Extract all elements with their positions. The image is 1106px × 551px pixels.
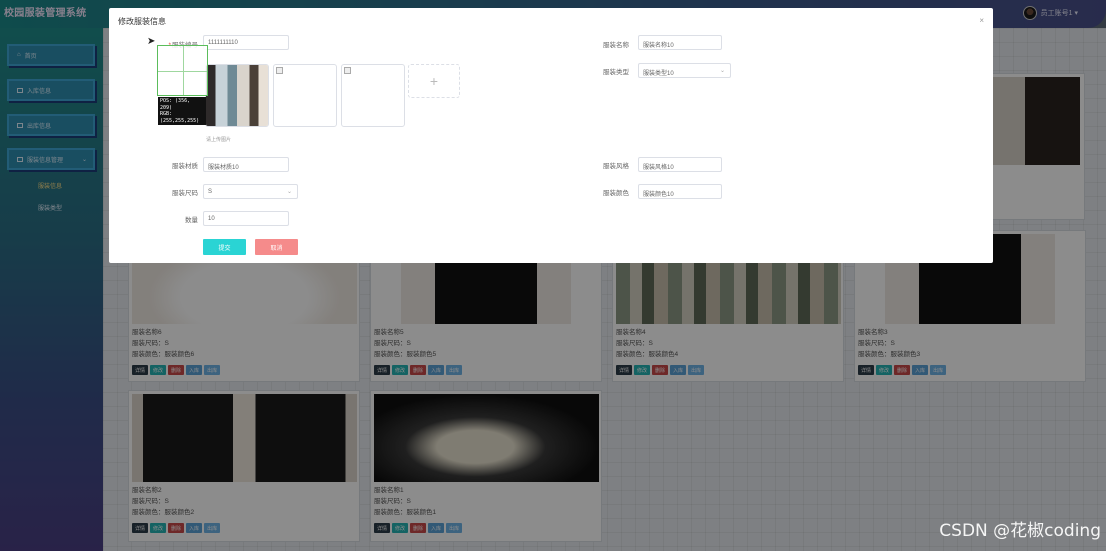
size-select[interactable]: S ⌄: [203, 184, 298, 199]
type-select[interactable]: 服装类型10 ⌄: [638, 63, 731, 78]
upload-button[interactable]: +: [408, 64, 460, 98]
color-field[interactable]: 服装颜色10: [638, 184, 722, 199]
magnifier-loupe: [157, 45, 208, 96]
upload-hint: 请上传图片: [206, 137, 232, 143]
chevron-down-icon: ⌄: [719, 68, 725, 74]
type-select-value: 服装类型10: [643, 71, 674, 77]
broken-image-icon: [276, 67, 283, 74]
submit-button[interactable]: 提交: [203, 239, 246, 255]
magnifier-rgb: RGB: (255,255,255): [160, 111, 200, 124]
name-field[interactable]: 服装名称10: [638, 35, 722, 50]
plus-icon: +: [429, 73, 439, 89]
code-field[interactable]: 1111111110: [203, 35, 289, 50]
dialog-title: 修改服装信息: [118, 17, 166, 26]
chevron-down-icon: ⌄: [286, 189, 292, 195]
type-label: 服装类型: [603, 69, 629, 76]
uploaded-image-3[interactable]: [341, 64, 405, 127]
uploaded-image-1[interactable]: [205, 64, 269, 127]
material-field[interactable]: 服装材质10: [203, 157, 289, 172]
style-field[interactable]: 服装风格10: [638, 157, 722, 172]
watermark: CSDN @花椒coding: [939, 521, 1101, 541]
broken-image-icon: [344, 67, 351, 74]
edit-clothing-dialog: 修改服装信息 × *服装编号 1111111110 服装名称 服装名称10 + …: [109, 8, 993, 263]
name-label: 服装名称: [603, 42, 629, 49]
style-label: 服装风格: [603, 163, 629, 170]
qty-label: 数量: [185, 217, 198, 224]
material-label: 服装材质: [172, 163, 198, 170]
uploaded-image-2[interactable]: [273, 64, 337, 127]
magnifier-readout: POS: (356, 209) RGB: (255,255,255): [158, 97, 206, 125]
color-label: 服装颜色: [603, 190, 629, 197]
magnifier-pos: POS: (356, 209): [160, 98, 191, 111]
mouse-pointer-icon: ➤: [147, 36, 156, 47]
qty-field[interactable]: 10: [203, 211, 289, 226]
close-icon[interactable]: ×: [979, 16, 984, 25]
size-label: 服装尺码: [172, 190, 198, 197]
size-select-value: S: [208, 189, 213, 195]
clothing-photo: [206, 65, 268, 126]
cancel-button[interactable]: 取消: [255, 239, 298, 255]
